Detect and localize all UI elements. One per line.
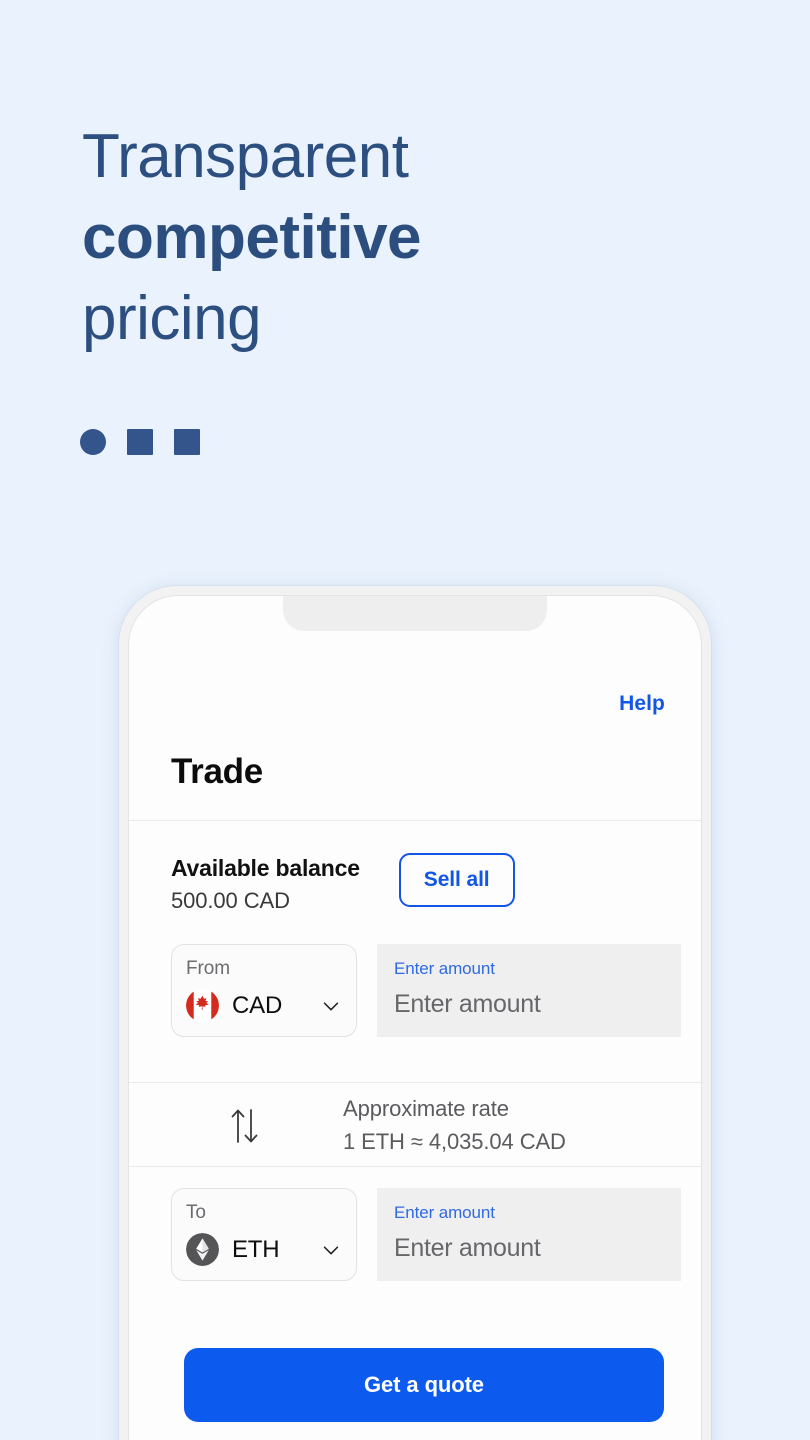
phone-screen-bezel: Help Trade Available balance 500.00 CAD … <box>128 595 702 1440</box>
to-amount-input[interactable] <box>394 1234 664 1263</box>
from-amount-input[interactable] <box>394 990 664 1019</box>
page-headline: Transparent competitive pricing <box>82 116 702 359</box>
to-amount-field[interactable]: Enter amount <box>377 1188 681 1281</box>
to-currency-row: To ETH Enter amount Enter amount <box>171 1188 681 1281</box>
from-selector-label: From <box>186 958 230 979</box>
help-row: Help <box>619 692 665 716</box>
balance-value: 500.00 CAD <box>171 888 290 913</box>
from-currency-row: From CAD Enter amount Enter amount <box>171 944 681 1037</box>
get-a-quote-button[interactable]: Get a quote <box>184 1348 664 1422</box>
to-selector-label: To <box>186 1202 206 1223</box>
from-currency-code: CAD <box>232 991 283 1019</box>
title-divider <box>129 820 701 821</box>
from-currency-selector[interactable]: From CAD <box>171 944 357 1037</box>
rate-divider-bottom <box>129 1166 701 1167</box>
headline-line-2: competitive <box>82 203 422 272</box>
sell-all-button[interactable]: Sell all <box>398 853 515 907</box>
app-screen: Help Trade Available balance 500.00 CAD … <box>129 596 701 1440</box>
balance-label: Available balance <box>171 855 360 881</box>
canada-flag-icon <box>186 989 219 1022</box>
phone-mockup: Help Trade Available balance 500.00 CAD … <box>119 586 711 1440</box>
balance-text: Available balance 500.00 CAD <box>171 852 360 914</box>
rate-text: Approximate rate 1 ETH ≈ 4,035.04 CAD <box>343 1096 566 1155</box>
carousel-indicator[interactable] <box>80 429 200 455</box>
rate-divider-top <box>129 1082 701 1083</box>
ethereum-icon <box>186 1233 219 1266</box>
available-balance-block: Available balance 500.00 CAD Sell all <box>171 852 663 914</box>
swap-arrows-icon[interactable] <box>225 1104 265 1148</box>
carousel-dot-1[interactable] <box>80 429 106 455</box>
to-currency-selector[interactable]: To ETH <box>171 1188 357 1281</box>
headline-line-1: Transparent <box>82 122 409 191</box>
page-title: Trade <box>171 752 263 791</box>
carousel-dot-3[interactable] <box>174 429 200 455</box>
from-amount-field[interactable]: Enter amount <box>377 944 681 1037</box>
headline-line-3: pricing <box>82 284 262 353</box>
carousel-dot-2[interactable] <box>127 429 153 455</box>
chevron-down-icon[interactable] <box>320 1239 342 1261</box>
rate-value: 1 ETH ≈ 4,035.04 CAD <box>343 1129 566 1154</box>
from-selector-main: CAD <box>186 989 342 1022</box>
help-link[interactable]: Help <box>619 692 665 715</box>
approximate-rate-row: Approximate rate 1 ETH ≈ 4,035.04 CAD <box>171 1096 566 1155</box>
to-amount-label: Enter amount <box>394 1203 495 1222</box>
chevron-down-icon[interactable] <box>320 995 342 1017</box>
from-amount-label: Enter amount <box>394 959 495 978</box>
rate-title: Approximate rate <box>343 1096 509 1121</box>
to-selector-main: ETH <box>186 1233 342 1266</box>
phone-notch <box>283 596 547 631</box>
to-currency-code: ETH <box>232 1235 280 1263</box>
